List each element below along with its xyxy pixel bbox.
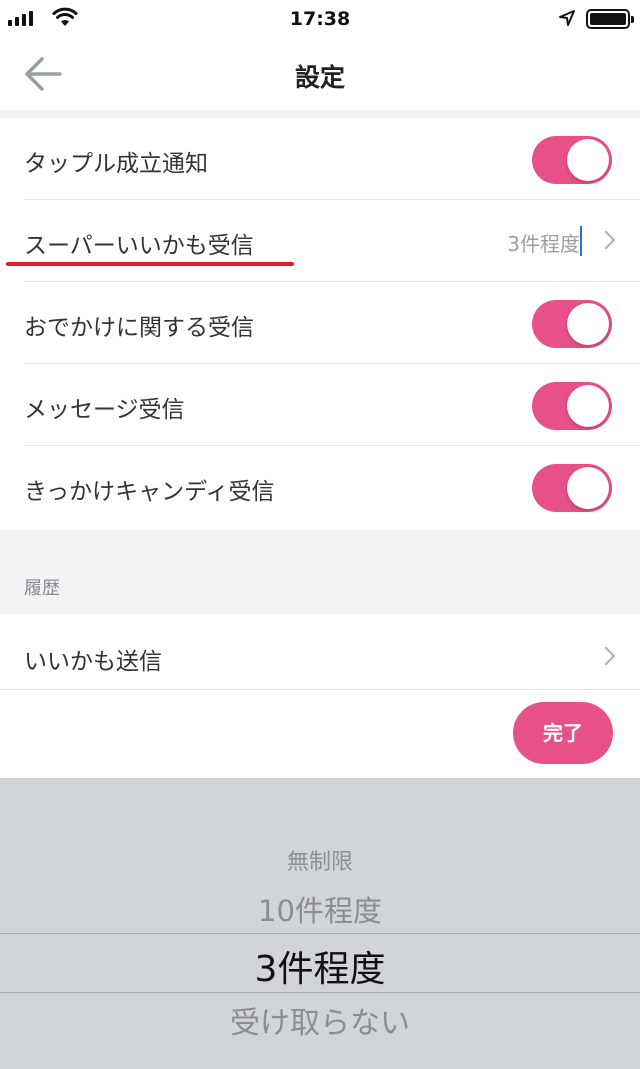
super-like-value: 3件程度 — [507, 232, 580, 256]
history-section-header: 履歴 — [0, 530, 640, 614]
picker-selection-line-top — [0, 933, 640, 934]
picker-selection-line-bottom — [0, 992, 640, 993]
matching-notification-toggle[interactable] — [532, 136, 612, 184]
section-title: 履歴 — [24, 578, 60, 599]
picker-option[interactable]: 受け取らない — [0, 998, 640, 1042]
red-annotation-underline — [6, 262, 294, 266]
row-label: おでかけに関する受信 — [24, 315, 254, 341]
row-label: タップル成立通知 — [24, 151, 208, 177]
chevron-right-icon — [604, 646, 616, 666]
picker-option[interactable]: 10件程度 — [0, 888, 640, 930]
page-title: 設定 — [294, 63, 345, 92]
row-label: いいかも送信 — [24, 649, 162, 675]
status-time: 17:38 — [289, 8, 351, 30]
picker-toolbar: 完了 — [0, 690, 640, 778]
row-like-sent[interactable]: いいかも送信 — [0, 614, 640, 690]
picker-option[interactable]: 無制限 — [0, 844, 640, 876]
outing-receive-toggle[interactable] — [532, 300, 612, 348]
message-receive-toggle[interactable] — [532, 382, 612, 430]
row-super-like-receive[interactable]: スーパーいいかも受信 3件程度 — [0, 200, 640, 282]
battery-icon — [586, 9, 634, 29]
row-outing-receive: おでかけに関する受信 — [0, 282, 640, 364]
status-bar: 17:38 — [0, 0, 640, 40]
picker-option-selected[interactable]: 3件程度 — [0, 940, 640, 992]
section-gap — [0, 110, 640, 118]
chevron-right-icon — [604, 230, 616, 250]
candy-receive-toggle[interactable] — [532, 464, 612, 512]
location-arrow-icon — [559, 10, 575, 26]
row-candy-receive: きっかけキャンディ受信 — [0, 446, 640, 530]
done-button[interactable]: 完了 — [513, 702, 613, 764]
text-cursor — [580, 226, 582, 256]
row-message-receive: メッセージ受信 — [0, 364, 640, 446]
row-label: メッセージ受信 — [24, 397, 185, 423]
navigation-bar: 設定 — [0, 40, 640, 110]
row-matching-notification: タップル成立通知 — [0, 118, 640, 200]
row-label: きっかけキャンディ受信 — [24, 479, 275, 505]
row-label: スーパーいいかも受信 — [24, 233, 254, 259]
picker-wheel[interactable]: 無制限 10件程度 3件程度 受け取らない — [0, 778, 640, 1069]
